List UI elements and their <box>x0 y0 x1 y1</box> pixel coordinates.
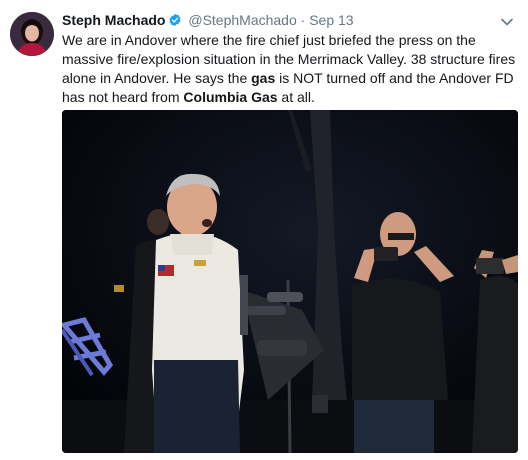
avatar[interactable] <box>10 12 54 56</box>
tweet: Steph Machado @StephMachado · Sep 13 We … <box>0 0 528 460</box>
header-separator: · <box>300 12 306 28</box>
avatar-image <box>10 12 54 56</box>
tweet-text-bold-columbia-gas: Columbia Gas <box>183 89 278 105</box>
tweet-date[interactable]: Sep 13 <box>309 12 353 28</box>
tweet-header: Steph Machado @StephMachado · Sep 13 <box>62 11 488 31</box>
tweet-text-bold-gas: gas <box>251 70 276 86</box>
verified-badge-icon <box>168 13 182 31</box>
tweet-text: We are in Andover where the fire chief j… <box>62 31 517 107</box>
author-handle[interactable]: @StephMachado <box>188 12 296 28</box>
chevron-down-icon[interactable] <box>500 14 514 26</box>
author-name[interactable]: Steph Machado <box>62 12 165 28</box>
tweet-photo[interactable] <box>62 110 518 453</box>
photo-scene <box>62 110 518 453</box>
tweet-text-part: at all. <box>277 89 315 105</box>
